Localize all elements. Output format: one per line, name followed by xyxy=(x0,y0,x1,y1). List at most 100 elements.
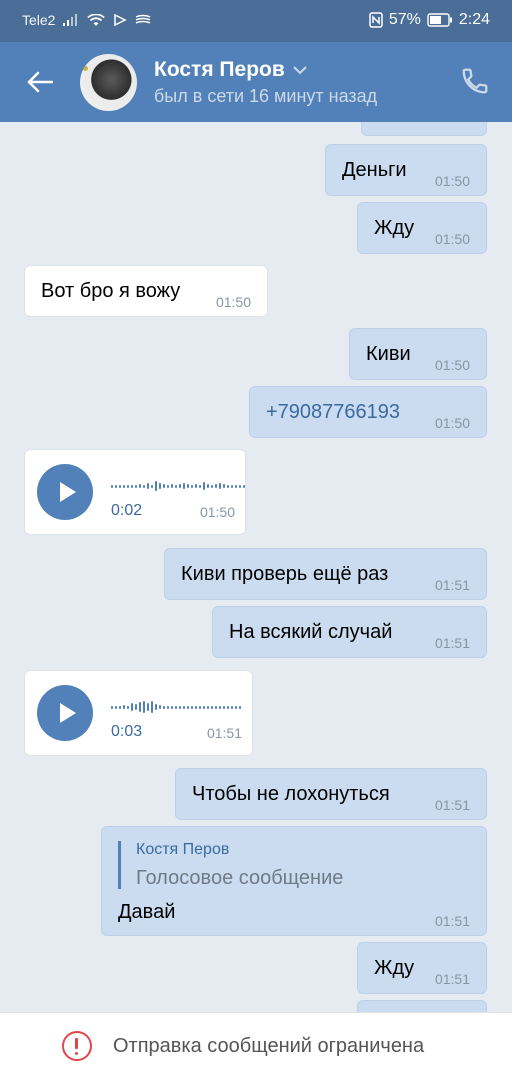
message-bubble[interactable]: Киви проверь ещё раз 01:51 xyxy=(164,548,487,600)
message-text: Давай xyxy=(118,901,176,923)
message-text: Вот бро я вожу xyxy=(41,280,181,302)
message-list[interactable]: Деньги 01:50 Жду 01:50 Вот бро я вожу 01… xyxy=(0,122,512,1012)
voice-message[interactable]: 0:02 01:50 xyxy=(24,449,246,535)
waveform-bar xyxy=(187,484,189,488)
waveform-bar xyxy=(171,705,173,709)
waveform-bar xyxy=(123,484,125,488)
waveform-bar xyxy=(207,705,209,709)
message-bubble-partial[interactable] xyxy=(357,1000,487,1012)
message-text: Жду xyxy=(374,217,415,239)
waveform-bar xyxy=(191,705,193,709)
message-text: Киви проверь ещё раз xyxy=(181,563,389,585)
call-button[interactable] xyxy=(460,66,492,98)
message-time: 01:51 xyxy=(434,635,470,651)
waveform-bar xyxy=(159,705,161,709)
waveform-bar xyxy=(227,484,229,488)
waveform-bar xyxy=(183,705,185,709)
waveform-bar xyxy=(239,705,241,709)
status-left: Tele2 xyxy=(22,12,151,28)
reply-preview: Голосовое сообщение xyxy=(136,867,344,889)
waveform-bar xyxy=(139,702,141,712)
clock: 2:24 xyxy=(458,11,490,28)
waveform-bar xyxy=(215,705,217,709)
reply-message[interactable]: Костя Перов Голосовое сообщение Давай 01… xyxy=(101,826,487,936)
waveform-bar xyxy=(227,705,229,709)
message-bubble[interactable]: Киви 01:50 xyxy=(349,328,487,380)
play-button[interactable] xyxy=(37,685,93,741)
message-time: 01:51 xyxy=(434,797,470,813)
waveform-bar xyxy=(231,705,233,709)
waveform-bar xyxy=(235,484,237,488)
message-bubble[interactable]: Чтобы не лохонуться 01:51 xyxy=(175,768,487,820)
waveform-bar xyxy=(147,483,149,489)
message-time: 01:51 xyxy=(434,913,470,929)
message-bubble[interactable]: Деньги 01:50 xyxy=(325,144,487,196)
waveform-bar xyxy=(187,705,189,709)
battery-icon xyxy=(427,13,453,27)
message-text: Жду xyxy=(374,957,415,979)
message-bubble[interactable]: Жду 01:50 xyxy=(357,202,487,254)
chat-header: Костя Перов был в сети 16 минут назад xyxy=(0,42,512,122)
waveform-bar xyxy=(135,704,137,710)
message-text: Чтобы не лохонуться xyxy=(192,783,390,805)
message-bubble[interactable]: Жду 01:51 xyxy=(357,942,487,994)
message-time: 01:50 xyxy=(434,231,470,247)
signal-icon xyxy=(63,14,79,26)
message-bubble[interactable]: На всякий случай 01:51 xyxy=(212,606,487,658)
play-button[interactable] xyxy=(37,464,93,520)
waveform-bar xyxy=(195,484,197,488)
nfc-icon xyxy=(369,12,383,28)
message-text: Деньги xyxy=(342,159,407,181)
waveform-bar xyxy=(111,705,113,709)
phone-link[interactable]: +79087766193 xyxy=(266,401,400,424)
message-time: 01:50 xyxy=(434,173,470,189)
message-bubble[interactable]: +79087766193 01:50 xyxy=(249,386,487,438)
waveform-bar xyxy=(147,703,149,711)
waveform-bar xyxy=(167,484,169,488)
status-right: 57% 2:24 xyxy=(369,11,490,29)
waveform-bar xyxy=(215,484,217,488)
waveform-bar xyxy=(111,484,113,488)
contact-name: Костя Перов xyxy=(154,58,285,81)
message-time: 01:50 xyxy=(434,415,470,431)
message-time: 01:50 xyxy=(199,504,235,520)
waveform-bar xyxy=(139,484,141,488)
waveform-bar xyxy=(183,483,185,489)
waveform-bar xyxy=(115,484,117,488)
waveform-bar xyxy=(179,705,181,709)
contact-name-row[interactable]: Костя Перов xyxy=(154,58,307,82)
back-button[interactable] xyxy=(22,64,58,100)
waveform-bar xyxy=(127,705,129,709)
waveform-bar xyxy=(163,705,165,709)
message-time: 01:51 xyxy=(434,971,470,987)
chevron-down-icon xyxy=(293,65,307,74)
message-time: 01:50 xyxy=(434,357,470,373)
phone-icon xyxy=(462,68,488,94)
waveform-bar xyxy=(231,484,233,488)
bottom-notice-bar: Отправка сообщений ограничена xyxy=(0,1012,512,1080)
restriction-notice: Отправка сообщений ограничена xyxy=(113,1035,425,1057)
message-bubble[interactable]: Вот бро я вожу 01:50 xyxy=(24,265,268,317)
waveform-bar xyxy=(159,483,161,489)
reply-author: Костя Перов xyxy=(136,841,230,858)
reply-quote-bar xyxy=(118,841,121,889)
voice-message[interactable]: 0:03 01:51 xyxy=(24,670,253,756)
avatar[interactable] xyxy=(80,54,137,111)
waveform-bar xyxy=(219,483,221,489)
waveform-bar xyxy=(211,705,213,709)
message-bubble-partial[interactable] xyxy=(361,122,487,136)
voice-waveform[interactable] xyxy=(111,478,245,494)
waveform-bar xyxy=(155,481,157,491)
carrier-label: Tele2 xyxy=(22,12,56,28)
waveform-bar xyxy=(239,484,241,488)
waveform-bar xyxy=(199,484,201,488)
waveform-bar xyxy=(123,705,125,709)
voice-waveform[interactable] xyxy=(111,699,241,715)
waveform-bar xyxy=(135,484,137,488)
arrow-left-icon xyxy=(27,71,53,93)
message-time: 01:51 xyxy=(434,577,470,593)
waveform-bar xyxy=(203,482,205,490)
waveform-bar xyxy=(223,705,225,709)
waveform-bar xyxy=(207,484,209,488)
status-bar: Tele2 57% 2:24 xyxy=(0,0,512,42)
